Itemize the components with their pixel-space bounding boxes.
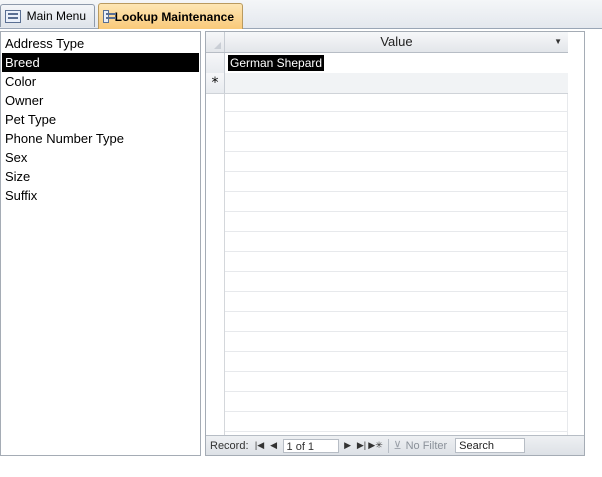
record-navigation-bar: Record: |◀ ◀ 1 of 1 ▶ ▶| ▶✳ ⊻ No Filter … — [206, 435, 584, 455]
list-item[interactable]: Phone Number Type — [2, 129, 199, 148]
new-record-icon[interactable]: * — [206, 73, 225, 93]
list-item[interactable]: Size — [2, 167, 199, 186]
last-record-icon[interactable]: ▶| — [355, 439, 369, 453]
value-cell[interactable]: German Shepard — [228, 55, 325, 71]
list-item[interactable]: Color — [2, 72, 199, 91]
new-record-row[interactable]: * — [206, 73, 568, 94]
next-record-icon[interactable]: ▶ — [341, 439, 355, 453]
new-record-nav-icon[interactable]: ▶✳ — [368, 439, 382, 453]
previous-record-icon[interactable]: ◀ — [267, 439, 281, 453]
list-item[interactable]: Address Type — [2, 34, 199, 53]
document-tab-bar: Main Menu Lookup Maintenance — [0, 0, 602, 29]
first-record-icon[interactable]: |◀ — [253, 439, 267, 453]
chevron-down-icon[interactable]: ▼ — [554, 32, 562, 52]
current-record-field[interactable]: 1 of 1 — [282, 438, 339, 453]
list-item[interactable]: Owner — [2, 91, 199, 110]
form-icon — [103, 10, 116, 23]
value-column-header-label: Value — [380, 34, 413, 49]
form-icon — [5, 9, 21, 23]
no-filter-button[interactable]: No Filter — [406, 440, 448, 452]
tab-lookup-maintenance[interactable]: Lookup Maintenance — [98, 3, 243, 29]
list-item[interactable]: Sex — [2, 148, 199, 167]
tab-lookup-maintenance-label: Lookup Maintenance — [114, 9, 234, 24]
lookup-type-list[interactable]: Address Type Breed Color Owner Pet Type … — [0, 31, 201, 456]
column-header-row: Value ▼ — [206, 32, 568, 53]
record-selector[interactable] — [206, 53, 225, 73]
list-item[interactable]: Suffix — [2, 186, 199, 205]
table-row[interactable]: German Shepard — [206, 53, 568, 74]
tab-main-menu-label: Main Menu — [26, 9, 86, 23]
tab-main-menu[interactable]: Main Menu — [0, 4, 95, 27]
list-item[interactable]: Pet Type — [2, 110, 199, 129]
list-item-selected[interactable]: Breed — [2, 53, 199, 72]
select-all-corner[interactable] — [206, 32, 225, 52]
values-datasheet: Value ▼ German Shepard * Record: |◀ ◀ 1 … — [205, 31, 585, 456]
divider — [387, 438, 389, 453]
value-column-header[interactable]: Value ▼ — [225, 32, 568, 52]
search-input[interactable]: Search — [455, 438, 526, 453]
record-label: Record: — [210, 439, 249, 452]
blank-column-area — [567, 32, 584, 436]
filter-icon: ⊻ — [393, 440, 402, 452]
